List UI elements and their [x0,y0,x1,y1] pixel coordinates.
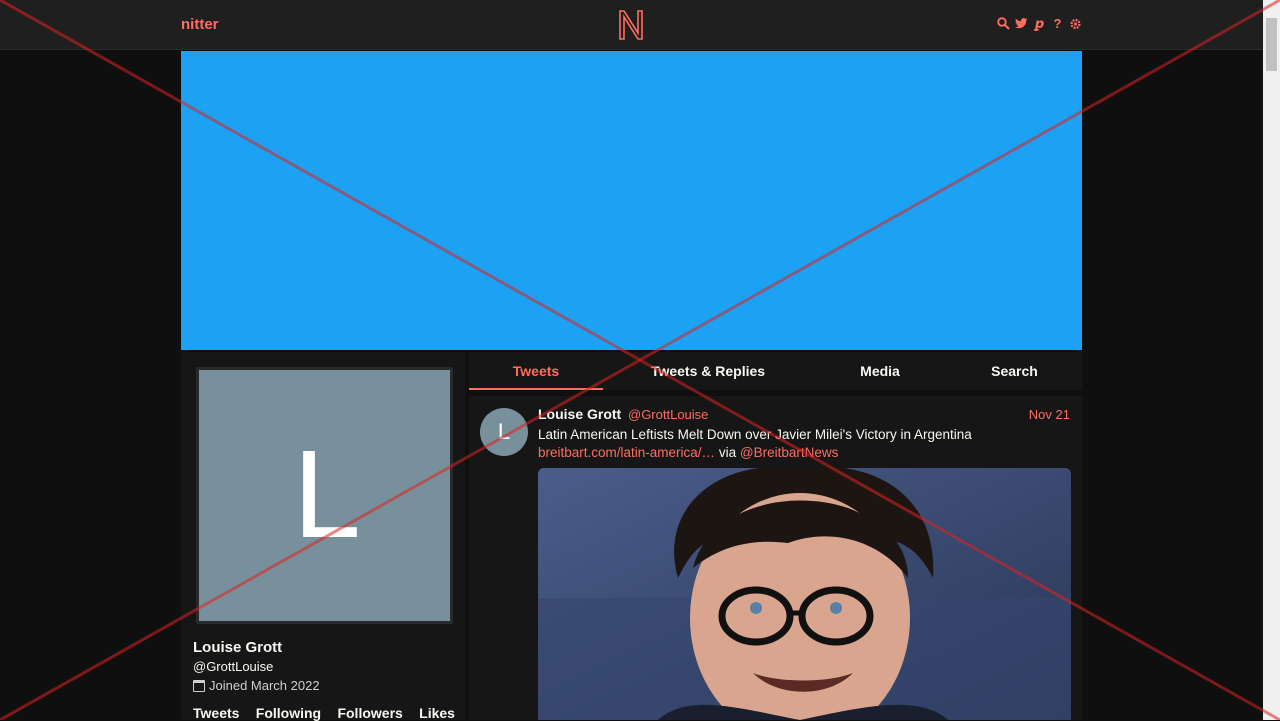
stat-following[interactable]: Following [256,705,321,721]
rss-icon[interactable]: ꝑ [1033,16,1046,31]
tweet-photo [538,468,1071,720]
tab-search[interactable]: Search [947,352,1082,390]
profile-avatar-letter: L [199,370,450,621]
tab-tweets[interactable]: Tweets [469,352,603,390]
stat-tweets[interactable]: Tweets [193,705,239,721]
profile-stats: Tweets Following Followers Likes [193,705,455,721]
tweet-via-handle[interactable]: @BreitbartNews [740,445,838,460]
profile-card: L Louise Grott @GrottLouise Joined March… [181,352,465,721]
tweet-text: Latin American Leftists Melt Down over J… [538,427,972,442]
tweet-fullname[interactable]: Louise Grott [538,406,621,422]
stat-likes[interactable]: Likes [419,705,455,721]
search-icon[interactable] [997,16,1010,31]
navbar: nitter ꝑ ? [0,0,1263,50]
tweet-username[interactable]: @GrottLouise [628,407,708,422]
profile-username[interactable]: @GrottLouise [193,659,273,674]
tweet-via: via [718,445,737,460]
brand-link[interactable]: nitter [181,16,219,33]
timeline-tabs: Tweets Tweets & Replies Media Search [469,352,1082,390]
tweet-image[interactable] [538,468,1071,720]
profile-joined: Joined March 2022 [193,678,320,693]
tweet-date[interactable]: Nov 21 [1029,407,1070,422]
tweet-link[interactable]: breitbart.com/latin-america/… [538,445,715,460]
profile-fullname[interactable]: Louise Grott [193,639,282,656]
profile-banner[interactable] [181,51,1082,350]
stat-followers[interactable]: Followers [337,705,402,721]
nitter-logo-icon[interactable] [617,9,645,41]
nav-icons: ꝑ ? [997,16,1082,31]
tab-tweets-replies[interactable]: Tweets & Replies [603,352,813,390]
page-scrollbar[interactable] [1263,0,1280,720]
calendar-icon [193,679,205,692]
tab-media[interactable]: Media [813,352,947,390]
gear-icon[interactable] [1069,16,1082,31]
tweet[interactable]: L Louise Grott @GrottLouise Nov 21 Latin… [469,396,1082,720]
tweet-link-line: breitbart.com/latin-america/… via @Breit… [538,445,838,460]
joined-text: Joined March 2022 [209,678,320,693]
tweet-avatar[interactable]: L [480,408,528,456]
scrollbar-thumb[interactable] [1266,18,1277,71]
twitter-icon[interactable] [1015,16,1028,31]
help-icon[interactable]: ? [1051,16,1064,31]
profile-avatar[interactable]: L [196,367,453,624]
